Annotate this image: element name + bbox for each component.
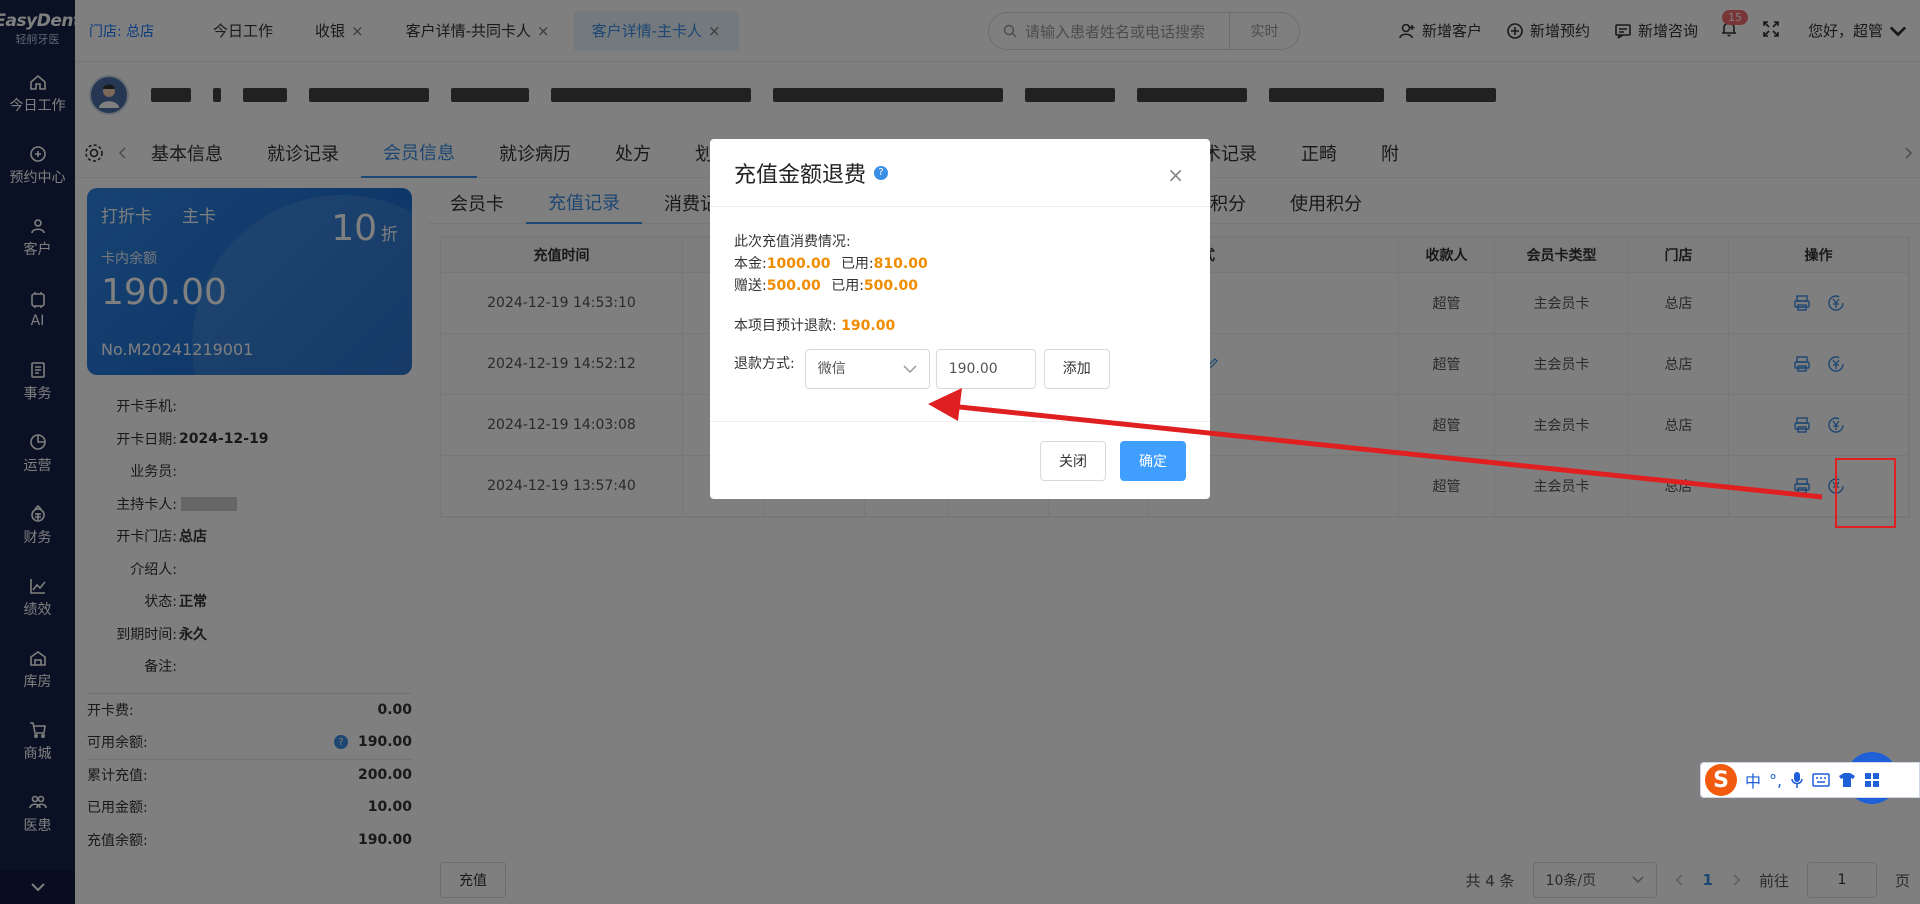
principal-used-value: 810.00 (873, 256, 928, 272)
ime-mode[interactable]: 中 (1745, 768, 1761, 792)
principal-row: 本金:1000.00 已用:810.00 (734, 253, 1186, 275)
used-label: 已用: (831, 278, 864, 294)
ime-punct[interactable]: °, (1769, 771, 1782, 790)
modal-title: 充值金额退费 (734, 162, 867, 188)
sogou-logo-icon: S (1705, 764, 1737, 796)
refund-method-row: 退款方式: 微信 190.00 添加 (734, 349, 1186, 389)
annotation-highlight-box (1835, 458, 1896, 528)
method-label: 退款方式: (734, 356, 795, 372)
refund-amount-input[interactable]: 190.00 (935, 349, 1036, 389)
refund-row-text: 本项目预计退款: 190.00 (734, 315, 1186, 337)
gift-row: 赠送:500.00 已用:500.00 (734, 275, 1186, 297)
help-icon[interactable]: ? (874, 165, 889, 180)
refund-label: 本项目预计退款: (734, 318, 837, 334)
close-icon[interactable]: × (1167, 163, 1184, 187)
cancel-button[interactable]: 关闭 (1040, 440, 1106, 481)
ime-toolbar: S 中 °, (1700, 762, 1920, 798)
skin-icon[interactable] (1838, 772, 1856, 788)
refund-modal: 充值金额退费 ? × 此次充值消费情况: 本金:1000.00 已用:810.0… (710, 139, 1210, 499)
microphone-icon[interactable] (1790, 771, 1804, 789)
summary-label: 此次充值消费情况: (734, 234, 851, 250)
refund-method-select[interactable]: 微信 (804, 349, 930, 389)
confirm-button[interactable]: 确定 (1120, 440, 1186, 481)
gift-value: 500.00 (766, 278, 821, 294)
add-method-button[interactable]: 添加 (1043, 349, 1110, 389)
modal-body: 此次充值消费情况: 本金:1000.00 已用:810.00 赠送:500.00… (710, 207, 1210, 389)
gift-used-value: 500.00 (863, 278, 918, 294)
refund-method-value: 微信 (817, 361, 846, 377)
gift-label: 赠送: (734, 278, 767, 294)
modal-footer: 关闭 确定 (710, 421, 1210, 499)
grid-icon[interactable] (1864, 772, 1880, 788)
refund-value: 190.00 (841, 318, 896, 334)
chevron-down-icon (903, 365, 917, 373)
principal-label: 本金: (734, 256, 767, 272)
app-root: EasyDent 轻舸牙医 今日工作预约中心客户AI事务运营财务绩效库房商城医患… (0, 0, 1920, 904)
modal-header: 充值金额退费 ? (710, 139, 1210, 207)
keyboard-icon[interactable] (1812, 773, 1830, 787)
used-label: 已用: (840, 256, 874, 272)
principal-value: 1000.00 (766, 256, 831, 272)
